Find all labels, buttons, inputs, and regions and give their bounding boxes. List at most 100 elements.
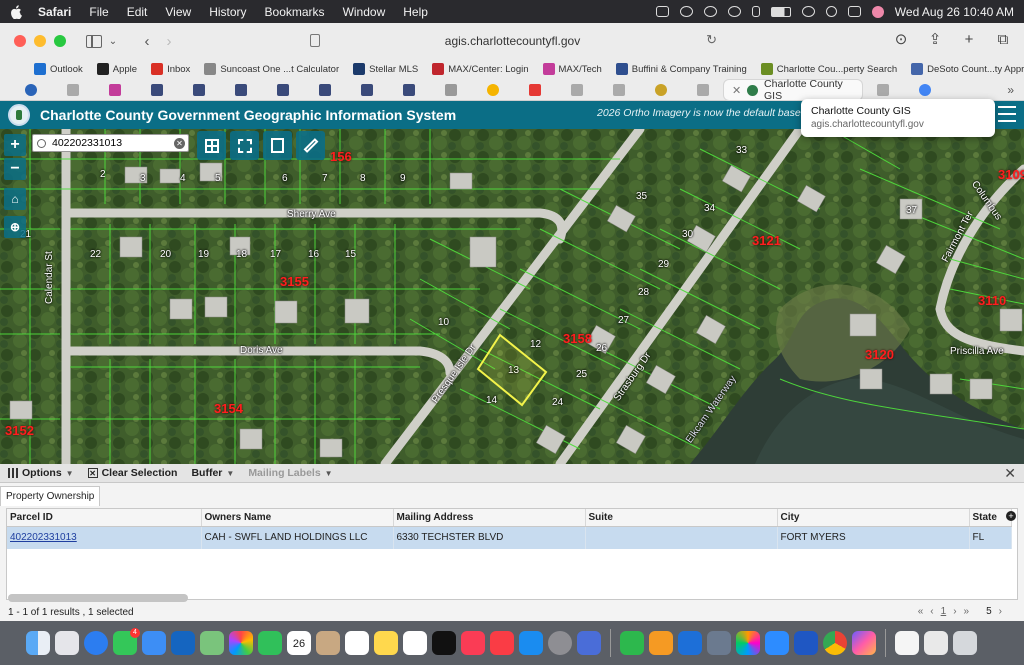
column-header-owners-name[interactable]: Owners Name bbox=[201, 509, 394, 527]
column-header-suite[interactable]: Suite bbox=[585, 509, 778, 527]
document-icon[interactable] bbox=[895, 631, 919, 655]
facetime-icon[interactable] bbox=[258, 631, 282, 655]
mailing-labels-menu[interactable]: Mailing Labels ▼ bbox=[248, 467, 332, 479]
column-header-parcel-id[interactable]: Parcel ID bbox=[7, 509, 202, 527]
maps-icon[interactable] bbox=[200, 631, 224, 655]
clock[interactable]: Wed Aug 26 10:40 AM bbox=[895, 5, 1014, 19]
page-size-chevron-icon[interactable]: › bbox=[999, 606, 1002, 617]
reload-icon[interactable]: ↻ bbox=[706, 32, 717, 48]
menu-window[interactable]: Window bbox=[343, 5, 386, 19]
sidebar-toggle-icon[interactable] bbox=[86, 34, 102, 48]
next-page-icon[interactable]: › bbox=[953, 606, 956, 617]
menu-help[interactable]: Help bbox=[403, 5, 428, 19]
select-area-icon[interactable] bbox=[230, 131, 259, 160]
bookmark-item[interactable]: Charlotte Cou...perty Search bbox=[760, 63, 897, 75]
messages-icon[interactable]: 4 bbox=[113, 628, 140, 655]
tab-favicon-google[interactable] bbox=[904, 81, 946, 99]
freeform-icon[interactable] bbox=[403, 631, 427, 655]
tab-favicon-16[interactable] bbox=[640, 81, 682, 99]
color-app-icon[interactable] bbox=[736, 631, 760, 655]
tab-favicon-7[interactable] bbox=[262, 81, 304, 99]
horizontal-scrollbar[interactable] bbox=[8, 594, 188, 602]
bluetooth-icon[interactable] bbox=[751, 6, 760, 17]
new-tab-button[interactable]: + bbox=[960, 30, 978, 48]
apple-tv-icon[interactable] bbox=[432, 631, 456, 655]
tab-favicon-11[interactable] bbox=[430, 81, 472, 99]
bookmark-item[interactable]: Stellar MLS bbox=[353, 63, 418, 75]
back-button[interactable]: ‹ bbox=[136, 30, 158, 52]
downloads-icon[interactable]: ⊙ bbox=[892, 30, 910, 48]
tab-favicon-6[interactable] bbox=[220, 81, 262, 99]
battery-icon[interactable] bbox=[770, 6, 791, 17]
app-menu[interactable]: Safari bbox=[38, 5, 71, 19]
menu-history[interactable]: History bbox=[209, 5, 246, 19]
close-tab-icon[interactable]: ✕ bbox=[732, 84, 741, 97]
finder-icon[interactable] bbox=[26, 631, 50, 655]
user-status-icon[interactable] bbox=[679, 6, 693, 17]
tab-favicon-2[interactable] bbox=[52, 81, 94, 99]
parcel-id-link[interactable]: 402202331013 bbox=[10, 532, 77, 543]
copilot-icon[interactable] bbox=[852, 631, 876, 655]
news-icon[interactable] bbox=[490, 631, 514, 655]
security-shield-icon[interactable] bbox=[794, 631, 818, 655]
clear-search-icon[interactable]: ✕ bbox=[174, 137, 185, 149]
parcel-search-input[interactable] bbox=[52, 137, 172, 149]
music-icon[interactable] bbox=[461, 631, 485, 655]
bookmark-item[interactable]: Inbox bbox=[151, 63, 190, 75]
tab-favicon-4[interactable] bbox=[136, 81, 178, 99]
tab-favicon-5[interactable] bbox=[178, 81, 220, 99]
page-menu-icon[interactable] bbox=[310, 34, 320, 47]
print-layout-icon[interactable] bbox=[263, 131, 292, 160]
zoom-out-button[interactable]: − bbox=[4, 158, 26, 180]
keynote-icon[interactable] bbox=[678, 631, 702, 655]
bookmark-item[interactable]: Buffini & Company Training bbox=[615, 63, 747, 75]
bookmark-item[interactable]: Apple bbox=[96, 63, 137, 75]
bookmark-item[interactable]: MAX/Tech bbox=[542, 63, 602, 75]
notes-icon[interactable] bbox=[374, 631, 398, 655]
basemap-gallery-icon[interactable] bbox=[197, 131, 226, 160]
preview-icon[interactable] bbox=[577, 631, 601, 655]
bookmark-item[interactable]: Suncoast One ...t Calculator bbox=[204, 63, 339, 75]
wifi-icon[interactable] bbox=[801, 6, 815, 17]
pages-icon[interactable] bbox=[649, 631, 673, 655]
column-header-city[interactable]: City bbox=[777, 509, 970, 527]
clear-selection-button[interactable]: ✕ Clear Selection bbox=[87, 467, 177, 479]
prev-page-icon[interactable]: ‹ bbox=[930, 606, 933, 617]
current-page[interactable]: 1 bbox=[941, 606, 947, 617]
first-page-icon[interactable]: « bbox=[918, 606, 924, 617]
launchpad-icon[interactable] bbox=[55, 631, 79, 655]
tab-favicon-3[interactable] bbox=[94, 81, 136, 99]
forward-button[interactable]: › bbox=[158, 30, 180, 52]
close-panel-icon[interactable]: ✕ bbox=[1004, 465, 1016, 482]
tab-charlotte-county-gis[interactable]: ✕ Charlotte County GIS bbox=[724, 78, 862, 102]
page-size[interactable]: 5 bbox=[986, 606, 992, 617]
tab-overview-icon[interactable]: ⧉ bbox=[994, 30, 1012, 48]
tab-favicon-13[interactable] bbox=[514, 81, 556, 99]
tab-favicon-15[interactable] bbox=[598, 81, 640, 99]
bookmark-item[interactable]: MAX/Center: Login bbox=[432, 63, 529, 75]
locate-me-icon[interactable]: ⊕ bbox=[4, 216, 26, 238]
control-center-icon[interactable] bbox=[847, 6, 861, 17]
bookmark-item[interactable]: Outlook bbox=[34, 63, 83, 75]
tab-favicon-12[interactable] bbox=[472, 81, 514, 99]
trash-icon[interactable] bbox=[953, 631, 977, 655]
downloads-stack-icon[interactable] bbox=[924, 631, 948, 655]
more-tabs-icon[interactable]: » bbox=[1007, 83, 1014, 97]
buffer-menu[interactable]: Buffer ▼ bbox=[191, 467, 234, 479]
menu-file[interactable]: File bbox=[89, 5, 108, 19]
zoom-icon[interactable] bbox=[765, 631, 789, 655]
chevron-down-icon[interactable]: ⌄ bbox=[102, 30, 124, 52]
tab-favicon-1[interactable] bbox=[10, 81, 52, 99]
tab-favicon-8[interactable] bbox=[304, 81, 346, 99]
calendar-icon[interactable]: 26 bbox=[287, 631, 311, 655]
tab-favicon-19[interactable] bbox=[862, 81, 904, 99]
table-row[interactable]: 402202331013 CAH - SWFL LAND HOLDINGS LL… bbox=[7, 526, 1012, 549]
zoom-in-button[interactable]: + bbox=[4, 134, 26, 156]
tab-property-ownership[interactable]: Property Ownership bbox=[0, 486, 101, 506]
map-view[interactable]: Sherry Ave Doris Ave Calendar St Presque… bbox=[0, 129, 1024, 464]
home-extent-icon[interactable]: ⌂ bbox=[4, 188, 26, 210]
tab-favicon-17[interactable] bbox=[682, 81, 724, 99]
contacts-icon[interactable] bbox=[316, 631, 340, 655]
measure-tool-icon[interactable] bbox=[296, 131, 325, 160]
address-bar[interactable]: agis.charlottecountyfl.gov ↻ bbox=[300, 29, 725, 53]
